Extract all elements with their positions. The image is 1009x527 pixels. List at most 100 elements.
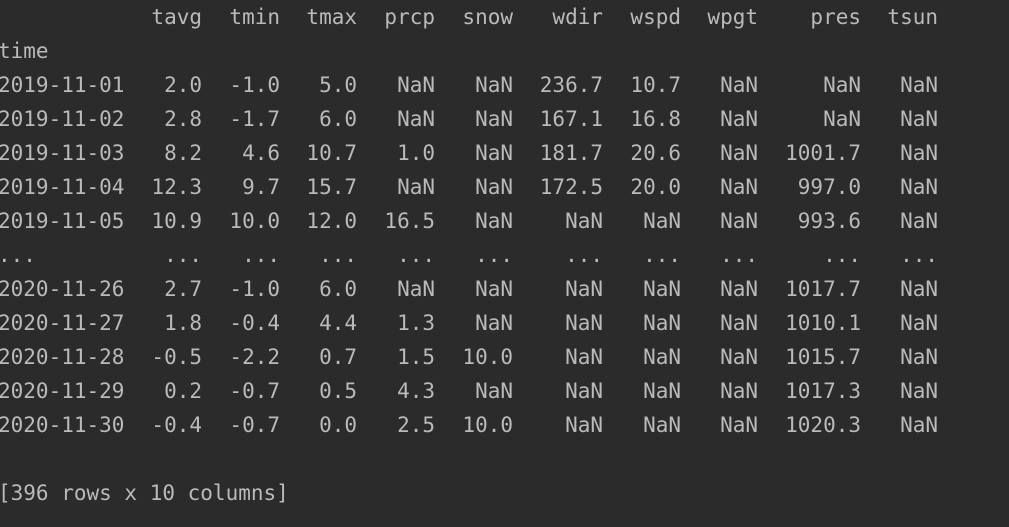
- row-index: 2020-11-29: [0, 379, 125, 403]
- table-cell: 2.8: [164, 107, 202, 131]
- table-cell: 16.8: [630, 107, 681, 131]
- table-cell: NaN: [900, 277, 938, 301]
- table-cell: -0.4: [229, 311, 280, 335]
- table-row: .................................: [0, 238, 1009, 272]
- row-index: ...: [0, 243, 36, 267]
- table-cell: 1.5: [397, 345, 435, 369]
- table-cell: 993.6: [797, 209, 861, 233]
- table-row: 2019-11-01 2.0 -1.0 5.0 NaN NaN 236.7 10.7 NaN Na…: [0, 68, 1009, 102]
- table-cell: NaN: [475, 209, 513, 233]
- table-cell: -0.4: [151, 413, 202, 437]
- table-cell: -1.0: [229, 277, 280, 301]
- table-cell: NaN: [720, 73, 758, 97]
- table-cell: NaN: [475, 379, 513, 403]
- table-row: 2020-11-30 -0.4 -0.7 0.0 2.5 10.0 NaN NaN NaN 102…: [0, 408, 1009, 442]
- index-name-row: time: [0, 34, 1009, 68]
- table-cell: 9.7: [242, 175, 280, 199]
- row-index: 2019-11-03: [0, 141, 125, 165]
- table-cell: 1017.3: [785, 379, 861, 403]
- table-cell: ...: [164, 243, 202, 267]
- table-cell: 15.7: [306, 175, 357, 199]
- table-cell: ...: [565, 243, 603, 267]
- table-cell: NaN: [900, 345, 938, 369]
- table-cell: 12.0: [306, 209, 357, 233]
- table-cell: -2.2: [229, 345, 280, 369]
- table-cell: NaN: [565, 345, 603, 369]
- column-header: wpgt: [707, 5, 758, 29]
- table-cell: 2.0: [164, 73, 202, 97]
- table-cell: 10.7: [630, 73, 681, 97]
- table-cell: 2.7: [164, 277, 202, 301]
- row-index: 2019-11-05: [0, 209, 125, 233]
- table-cell: NaN: [900, 73, 938, 97]
- table-cell: NaN: [475, 107, 513, 131]
- table-cell: 236.7: [539, 73, 603, 97]
- dataframe-shape-summary: [396 rows x 10 columns]: [0, 481, 289, 505]
- table-cell: ...: [397, 243, 435, 267]
- table-cell: NaN: [397, 107, 435, 131]
- table-cell: NaN: [720, 209, 758, 233]
- column-header: wspd: [630, 5, 681, 29]
- table-cell: NaN: [900, 107, 938, 131]
- table-cell: 0.7: [319, 345, 357, 369]
- table-cell: 4.4: [319, 311, 357, 335]
- row-index: 2020-11-27: [0, 311, 125, 335]
- table-cell: 10.7: [306, 141, 357, 165]
- table-cell: 8.2: [164, 141, 202, 165]
- table-cell: 4.3: [397, 379, 435, 403]
- table-cell: 1.0: [397, 141, 435, 165]
- row-index: 2019-11-04: [0, 175, 125, 199]
- table-cell: NaN: [565, 277, 603, 301]
- table-cell: NaN: [643, 345, 681, 369]
- table-cell: NaN: [720, 175, 758, 199]
- table-cell: 1.8: [164, 311, 202, 335]
- table-cell: NaN: [900, 175, 938, 199]
- column-header: tsun: [887, 5, 938, 29]
- table-cell: NaN: [900, 209, 938, 233]
- table-cell: NaN: [720, 345, 758, 369]
- table-cell: 1.3: [397, 311, 435, 335]
- table-cell: NaN: [565, 379, 603, 403]
- table-cell: NaN: [823, 107, 861, 131]
- row-index: 2020-11-28: [0, 345, 125, 369]
- column-header-row: tavg tmin tmax prcp snow wdir wspd wpgt pres tsun: [0, 0, 1009, 34]
- table-cell: ...: [900, 243, 938, 267]
- table-cell: ...: [823, 243, 861, 267]
- table-cell: 997.0: [797, 175, 861, 199]
- table-cell: NaN: [397, 277, 435, 301]
- table-cell: NaN: [643, 311, 681, 335]
- row-index: 2020-11-30: [0, 413, 125, 437]
- table-cell: 181.7: [539, 141, 603, 165]
- table-cell: 20.0: [630, 175, 681, 199]
- table-row: 2019-11-04 12.3 9.7 15.7 NaN NaN 172.5 20.0 NaN 9…: [0, 170, 1009, 204]
- table-cell: NaN: [720, 379, 758, 403]
- table-cell: -0.7: [229, 379, 280, 403]
- table-cell: NaN: [900, 141, 938, 165]
- table-cell: 10.0: [229, 209, 280, 233]
- table-cell: -0.7: [229, 413, 280, 437]
- column-header: prcp: [384, 5, 435, 29]
- table-cell: NaN: [900, 311, 938, 335]
- table-cell: NaN: [475, 175, 513, 199]
- table-row: 2020-11-29 0.2 -0.7 0.5 4.3 NaN NaN NaN NaN 1017.…: [0, 374, 1009, 408]
- table-cell: -0.5: [151, 345, 202, 369]
- table-cell: 4.6: [242, 141, 280, 165]
- table-cell: 12.3: [151, 175, 202, 199]
- table-row: 2019-11-05 10.9 10.0 12.0 16.5 NaN NaN NaN NaN 99…: [0, 204, 1009, 238]
- table-cell: NaN: [565, 311, 603, 335]
- table-cell: NaN: [475, 311, 513, 335]
- table-cell: 1001.7: [785, 141, 861, 165]
- table-cell: ...: [720, 243, 758, 267]
- table-cell: 6.0: [319, 277, 357, 301]
- column-header: tmax: [306, 5, 357, 29]
- column-header: snow: [462, 5, 513, 29]
- table-cell: 1010.1: [785, 311, 861, 335]
- column-header: pres: [810, 5, 861, 29]
- table-cell: 5.0: [319, 73, 357, 97]
- column-header: tmin: [229, 5, 280, 29]
- table-cell: NaN: [643, 413, 681, 437]
- table-cell: NaN: [475, 141, 513, 165]
- table-cell: -1.0: [229, 73, 280, 97]
- table-row: 2020-11-27 1.8 -0.4 4.4 1.3 NaN NaN NaN NaN 1010.…: [0, 306, 1009, 340]
- table-cell: -1.7: [229, 107, 280, 131]
